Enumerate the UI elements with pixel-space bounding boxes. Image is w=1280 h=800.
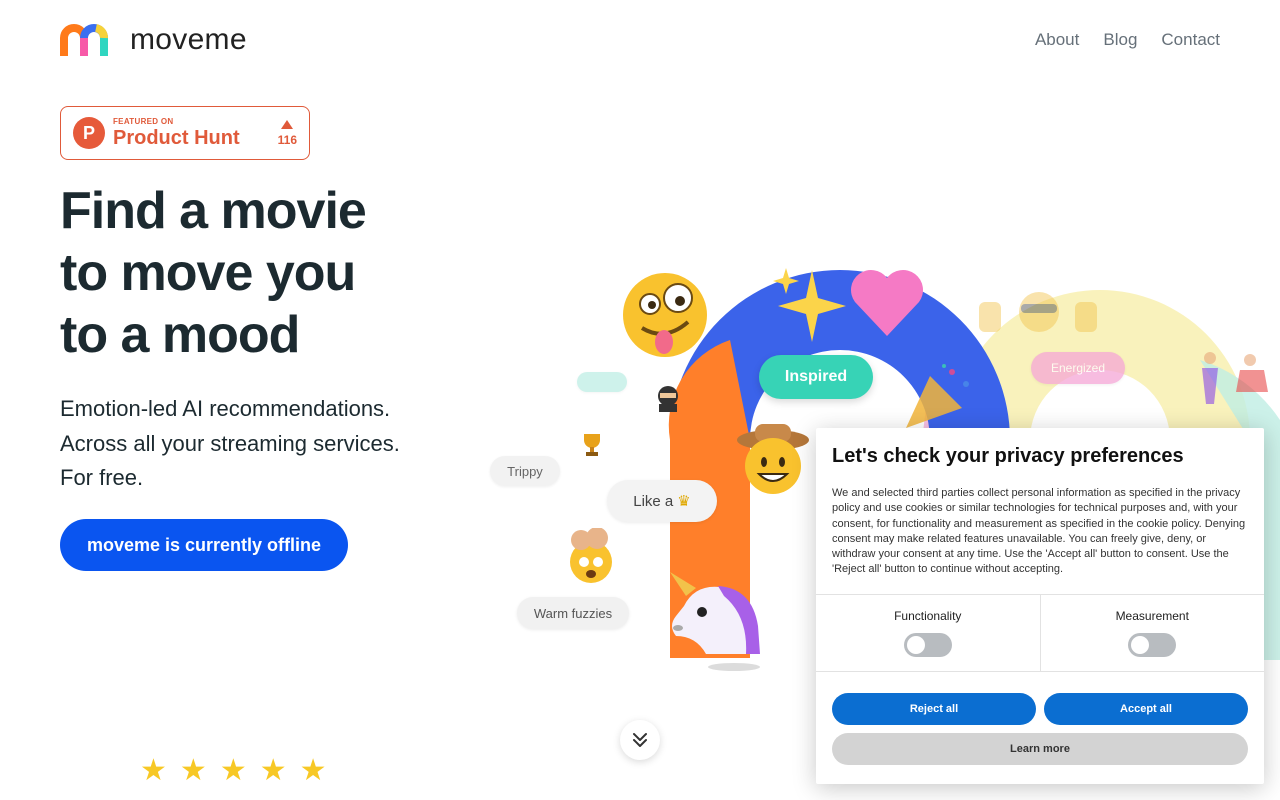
hero-title: Find a movie to move you to a mood (60, 180, 480, 366)
nav-about[interactable]: About (1035, 30, 1079, 50)
zany-face-icon (623, 273, 707, 357)
mood-label: Like a (633, 492, 674, 510)
trophy-icon (584, 434, 600, 456)
product-hunt-badge[interactable]: P FEATURED ON Product Hunt 116 (60, 106, 310, 160)
upvote-arrow-icon (281, 119, 294, 129)
heart-icon (851, 270, 923, 336)
hero-subtitle: Emotion-led AI recommendations. Across a… (60, 392, 400, 496)
pref-measurement-label: Measurement (1115, 609, 1189, 623)
exploding-head-icon (570, 528, 612, 583)
learn-more-button[interactable]: Learn more (832, 733, 1248, 765)
mood-pill-warm-fuzzies[interactable]: Warm fuzzies (517, 597, 629, 629)
party-popper-icon (906, 364, 969, 428)
mood-label: Energized (1050, 361, 1106, 375)
hero-title-line: to move you (60, 244, 356, 302)
mood-pill-faded (577, 372, 627, 392)
top-nav: About Blog Contact (1035, 30, 1220, 50)
ninja-icon (658, 386, 678, 412)
hero-title-line: to a mood (60, 306, 300, 364)
mood-pill-inspired[interactable]: Inspired (759, 355, 873, 399)
cowboy-face-icon (737, 424, 809, 494)
mood-pill-trippy[interactable]: Trippy (490, 456, 560, 486)
mood-pill-like-a[interactable]: Like a ♛ (607, 480, 717, 522)
dancers-icon (1202, 352, 1268, 404)
pref-functionality-label: Functionality (894, 609, 962, 623)
sparkles-icon (773, 268, 846, 342)
brand-name: moveme (130, 23, 247, 56)
badge-featured-label: FEATURED ON (113, 116, 174, 126)
brand-logo[interactable]: moveme (60, 22, 247, 58)
accept-all-button[interactable]: Accept all (1044, 693, 1248, 725)
cta-button[interactable]: moveme is currently offline (60, 519, 348, 571)
star-icon: ★ (259, 754, 287, 787)
nav-contact[interactable]: Contact (1161, 30, 1220, 50)
logo-mark-icon (60, 24, 108, 56)
nav-blog[interactable]: Blog (1103, 30, 1137, 50)
mood-pill-energized[interactable]: Energized (1031, 352, 1125, 384)
badge-votes: 116 (277, 119, 297, 147)
reject-all-button[interactable]: Reject all (832, 693, 1036, 725)
star-icon: ★ (179, 754, 207, 787)
badge-name: Product Hunt (113, 126, 240, 149)
scroll-down-button[interactable] (620, 720, 660, 760)
hero-subtitle-line: For free. (60, 465, 144, 490)
pref-measurement: Measurement (1039, 595, 1265, 671)
privacy-title: Let's check your privacy preferences (832, 445, 1184, 467)
hero-title-line: Find a movie (60, 182, 367, 240)
mood-label: Trippy (507, 463, 543, 479)
rock-hands-icon (979, 292, 1097, 332)
star-icon: ★ (219, 754, 247, 787)
hero-subtitle-line: Emotion-led AI recommendations. (60, 396, 391, 421)
privacy-preferences: Functionality Measurement (816, 594, 1264, 672)
privacy-button-row: Reject all Accept all (832, 693, 1248, 725)
hero-subtitle-line: Across all your streaming services. (60, 430, 400, 456)
mood-label: Warm fuzzies (533, 605, 613, 621)
rating-stars: ★ ★ ★ ★ ★ (140, 756, 327, 786)
privacy-body: We and selected third parties collect pe… (832, 487, 1246, 576)
crown-icon: ♛ (677, 493, 691, 510)
product-hunt-text: FEATURED ON Product Hunt (113, 117, 240, 150)
star-icon: ★ (140, 754, 167, 787)
functionality-toggle[interactable] (903, 633, 952, 657)
mood-label: Inspired (784, 368, 848, 385)
product-hunt-logo-icon: P (73, 117, 105, 149)
unicorn-icon (670, 572, 760, 654)
star-icon: ★ (299, 754, 327, 787)
measurement-toggle[interactable] (1128, 633, 1177, 657)
chevron-double-down-icon (633, 733, 647, 747)
pref-functionality: Functionality (816, 595, 1040, 671)
privacy-dialog: Let's check your privacy preferences We … (816, 428, 1264, 784)
badge-vote-count: 116 (277, 132, 297, 147)
